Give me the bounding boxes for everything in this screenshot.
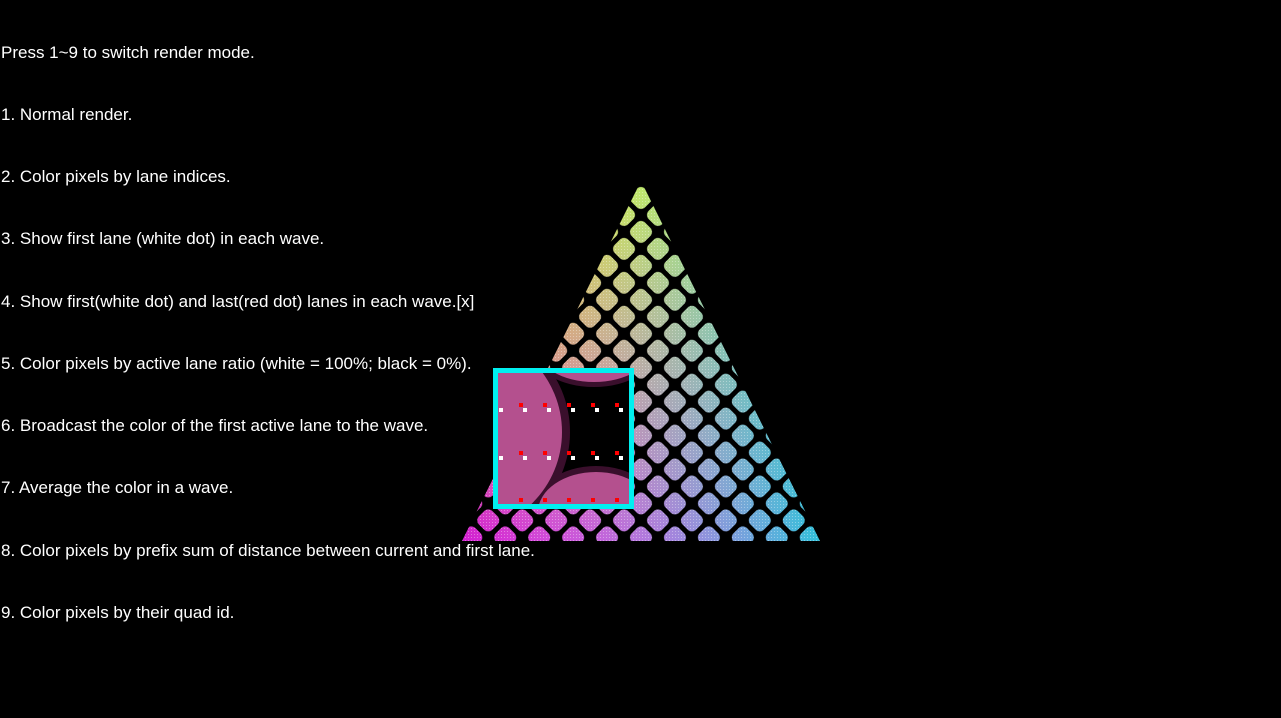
first-lane-dot [595,408,599,412]
first-lane-dot [571,456,575,460]
mode-item-3: 3. Show first lane (white dot) in each w… [1,229,325,249]
last-lane-dot [591,498,595,502]
mode-item-5: 5. Color pixels by active lane ratio (wh… [1,353,472,373]
last-lane-dot [591,403,595,407]
last-lane-dot [567,498,571,502]
first-lane-dot [619,408,623,412]
mode-item-9: 9. Color pixels by their quad id. [1,602,235,622]
mode-item-6: 6. Broadcast the color of the first acti… [1,416,429,435]
render-window[interactable]: Press 1~9 to switch render mode. 1. Norm… [0,0,1281,718]
last-lane-dot [615,403,619,407]
mode-item-7: 7. Average the color in a wave. [1,478,234,498]
first-lane-dot [595,456,599,460]
last-lane-dot [615,451,619,455]
last-lane-dot [543,451,547,455]
last-lane-dot [567,403,571,407]
mode-item-4: 4. Show first(white dot) and last(red do… [1,291,475,311]
last-lane-dot [543,403,547,407]
last-lane-dot [591,451,595,455]
last-lane-dot [543,498,547,502]
instructions-header: Press 1~9 to switch render mode. [1,42,255,62]
mode-item-2: 2. Color pixels by lane indices. [1,167,231,186]
mode-item-8: 8. Color pixels by prefix sum of distanc… [1,540,535,560]
render-mode-instructions: Press 1~9 to switch render mode. 1. Norm… [1,1,535,665]
first-lane-dot [571,408,575,412]
mode-item-1: 1. Normal render. [1,104,133,124]
first-lane-dot [547,456,551,460]
first-lane-dot [619,456,623,460]
first-lane-dot [547,408,551,412]
last-lane-dot [567,451,571,455]
last-lane-dot [615,498,619,502]
